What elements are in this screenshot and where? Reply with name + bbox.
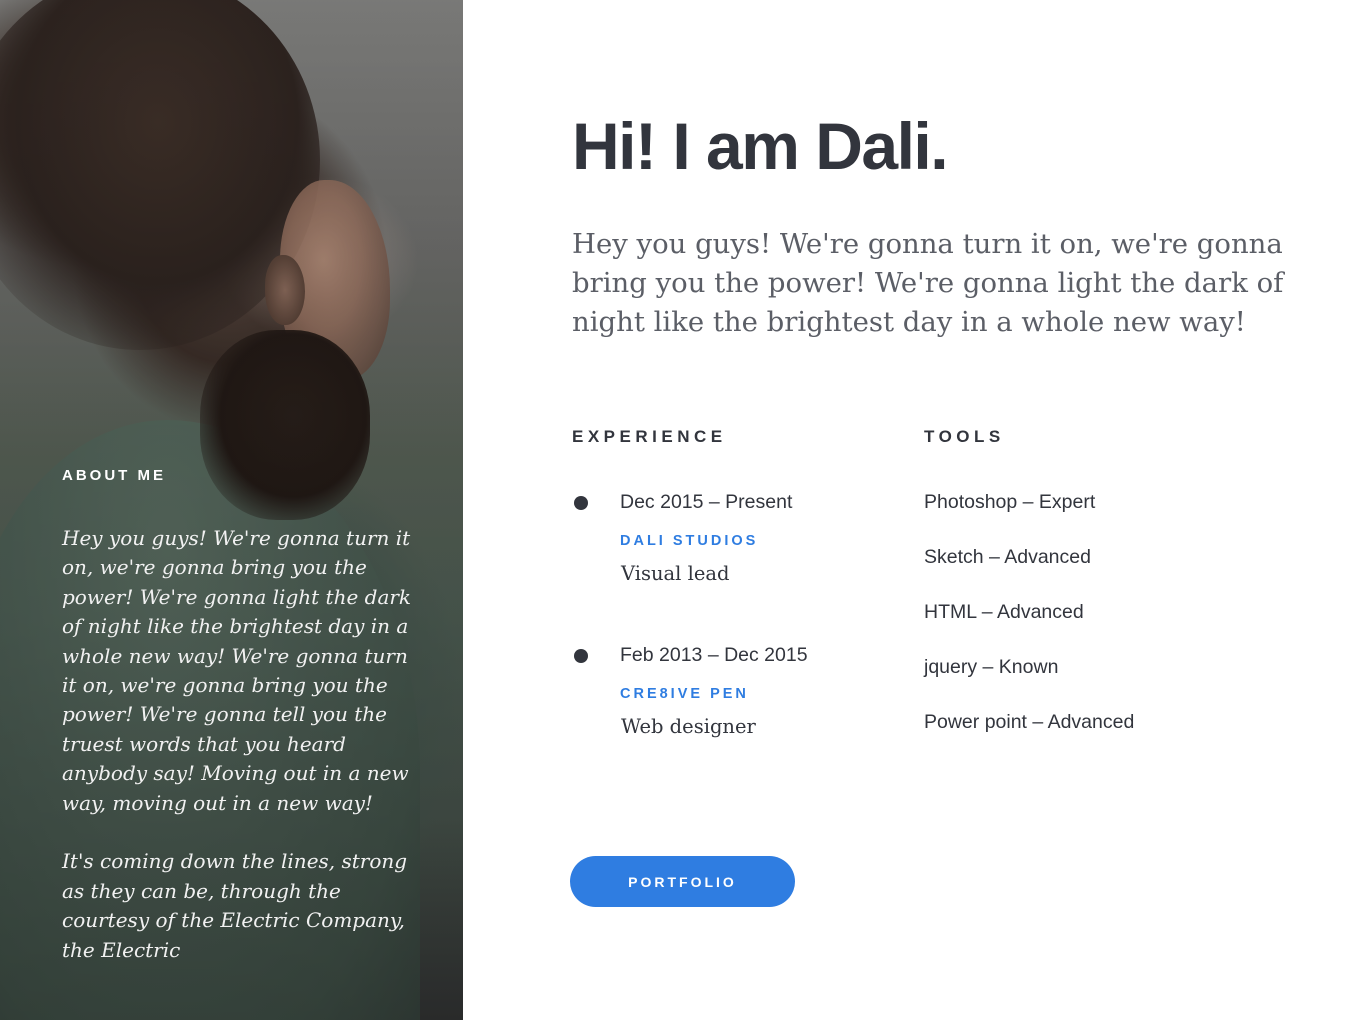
experience-company: DALI STUDIOS xyxy=(620,533,759,549)
experience-company: CRE8IVE PEN xyxy=(620,686,749,702)
timeline-bullet-icon xyxy=(574,496,588,510)
tools-heading: TOOLS xyxy=(924,427,1005,446)
tool-item: HTML – Advanced xyxy=(924,601,1084,623)
intro-text: Hey you guys! We're gonna turn it on, we… xyxy=(572,228,1284,338)
experience-dates: Feb 2013 – Dec 2015 xyxy=(620,644,808,666)
tool-item: jquery – Known xyxy=(924,656,1059,678)
about-me-text: Hey you guys! We're gonna turn it on, we… xyxy=(62,524,422,994)
about-paragraph: Hey you guys! We're gonna turn it on, we… xyxy=(62,526,412,815)
experience-heading: EXPERIENCE xyxy=(572,427,727,446)
profile-photo-panel: ABOUT ME Hey you guys! We're gonna turn … xyxy=(0,0,463,1020)
portfolio-button[interactable]: PORTFOLIO xyxy=(570,856,795,907)
page-title: Hi! I am Dali. xyxy=(572,109,949,183)
tool-item: Photoshop – Expert xyxy=(924,491,1096,513)
experience-role: Visual lead xyxy=(621,562,730,585)
tool-item: Sketch – Advanced xyxy=(924,546,1091,568)
tool-item: Power point – Advanced xyxy=(924,711,1135,733)
about-me-title: ABOUT ME xyxy=(62,467,166,484)
experience-role: Web designer xyxy=(621,715,756,738)
timeline-bullet-icon xyxy=(574,649,588,663)
experience-dates: Dec 2015 – Present xyxy=(620,491,793,513)
about-paragraph: It's coming down the lines, strong as th… xyxy=(62,849,408,962)
